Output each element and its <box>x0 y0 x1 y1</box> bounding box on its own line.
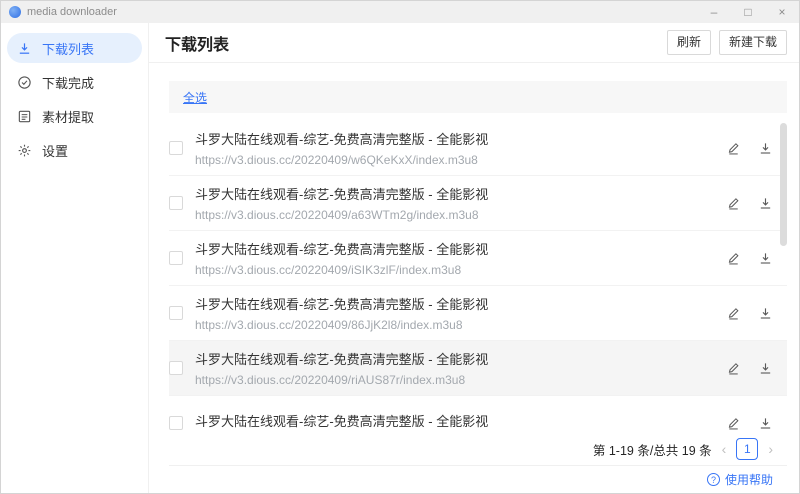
edit-icon[interactable] <box>725 305 741 321</box>
titlebar: media downloader – □ × <box>1 1 799 23</box>
download-item-icon[interactable] <box>757 250 773 266</box>
download-item-icon[interactable] <box>757 195 773 211</box>
scrollbar-track[interactable] <box>780 121 787 433</box>
pagination: 第 1-19 条/总共 19 条 ‹ 1 › <box>169 433 787 465</box>
main-header: 下载列表 刷新 新建下载 <box>149 23 799 63</box>
edit-icon[interactable] <box>725 415 741 431</box>
row-checkbox[interactable] <box>169 141 183 155</box>
download-item-icon[interactable] <box>757 305 773 321</box>
refresh-button[interactable]: 刷新 <box>666 30 711 55</box>
sidebar: 下载列表 下载完成 素材提取 设置 <box>1 23 149 493</box>
edit-icon[interactable] <box>725 140 741 156</box>
next-page-icon[interactable]: › <box>768 442 773 456</box>
page-title: 下载列表 <box>165 36 230 54</box>
row-checkbox[interactable] <box>169 306 183 320</box>
row-actions <box>725 140 773 156</box>
download-item-icon[interactable] <box>757 140 773 156</box>
sidebar-item-settings[interactable]: 设置 <box>7 135 142 165</box>
pagination-summary: 第 1-19 条/总共 19 条 <box>592 443 712 458</box>
row-title: 斗罗大陆在线观看-综艺-免费高清完整版 - 全能影视 <box>195 352 489 367</box>
table-row: 斗罗大陆在线观看-综艺-免费高清完整版 - 全能影视 https://v3.di… <box>169 176 787 231</box>
row-actions <box>725 360 773 376</box>
row-url: https://v3.dious.cc/20220409/86JjK2l8/in… <box>195 318 463 332</box>
edit-icon[interactable] <box>725 195 741 211</box>
help-link[interactable]: 使用帮助 <box>725 471 773 488</box>
row-checkbox[interactable] <box>169 251 183 265</box>
window-controls: – □ × <box>697 1 799 23</box>
close-button[interactable]: × <box>765 1 799 23</box>
page-number-button[interactable]: 1 <box>736 438 759 460</box>
row-text: 斗罗大陆在线观看-综艺-免费高清完整版 - 全能影视 https://v3.di… <box>195 184 488 222</box>
sidebar-item-download-list[interactable]: 下载列表 <box>7 33 142 63</box>
sidebar-item-download-complete[interactable]: 下载完成 <box>7 67 142 97</box>
download-icon <box>17 41 32 56</box>
row-text: 斗罗大陆在线观看-综艺-免费高清完整版 - 全能影视 https://v3.di… <box>195 129 488 167</box>
table-row: 斗罗大陆在线观看-综艺-免费高清完整版 - 全能影视 <box>169 396 787 433</box>
content-area: 全选 斗罗大陆在线观看-综艺-免费高清完整版 - 全能影视 https://v3… <box>149 63 799 493</box>
row-text: 斗罗大陆在线观看-综艺-免费高清完整版 - 全能影视 https://v3.di… <box>195 294 488 332</box>
header-buttons: 刷新 新建下载 <box>666 30 787 55</box>
sidebar-item-label: 下载列表 <box>42 41 95 57</box>
sidebar-item-material-extract[interactable]: 素材提取 <box>7 101 142 131</box>
extract-panel-icon <box>17 109 32 124</box>
gear-icon <box>17 143 32 158</box>
row-url: https://v3.dious.cc/20220409/iSIK3zlF/in… <box>195 263 462 277</box>
row-title: 斗罗大陆在线观看-综艺-免费高清完整版 - 全能影视 <box>195 242 489 257</box>
row-url: https://v3.dious.cc/20220409/w6QKeKxX/in… <box>195 153 478 167</box>
edit-icon[interactable] <box>725 250 741 266</box>
edit-icon[interactable] <box>725 360 741 376</box>
app-body: 下载列表 下载完成 素材提取 设置 下载列表 刷新 新建下载 全选 斗罗大陆在线… <box>1 23 799 493</box>
download-item-icon[interactable] <box>757 415 773 431</box>
row-actions <box>725 415 773 431</box>
table-row: 斗罗大陆在线观看-综艺-免费高清完整版 - 全能影视 https://v3.di… <box>169 286 787 341</box>
select-all-link[interactable]: 全选 <box>183 89 207 106</box>
row-actions <box>725 250 773 266</box>
download-item-icon[interactable] <box>757 360 773 376</box>
table-row: 斗罗大陆在线观看-综艺-免费高清完整版 - 全能影视 https://v3.di… <box>169 231 787 286</box>
table-row: 斗罗大陆在线观看-综艺-免费高清完整版 - 全能影视 https://v3.di… <box>169 121 787 176</box>
row-url: https://v3.dious.cc/20220409/a63WTm2g/in… <box>195 208 479 222</box>
main-panel: 下载列表 刷新 新建下载 全选 斗罗大陆在线观看-综艺-免费高清完整版 - 全能… <box>149 23 799 493</box>
row-title: 斗罗大陆在线观看-综艺-免费高清完整版 - 全能影视 <box>195 187 489 202</box>
scrollbar-thumb[interactable] <box>780 123 787 246</box>
select-all-bar: 全选 <box>169 81 787 113</box>
sidebar-item-label: 素材提取 <box>42 109 95 125</box>
maximize-button[interactable]: □ <box>731 1 765 23</box>
app-logo-icon <box>9 6 21 18</box>
row-actions <box>725 305 773 321</box>
row-url: https://v3.dious.cc/20220409/riAUS87r/in… <box>195 373 466 387</box>
sidebar-item-label: 设置 <box>42 143 69 159</box>
minimize-button[interactable]: – <box>697 1 731 23</box>
question-circle-icon: ? <box>706 473 720 486</box>
table-row: 斗罗大陆在线观看-综艺-免费高清完整版 - 全能影视 https://v3.di… <box>169 341 787 396</box>
row-checkbox[interactable] <box>169 361 183 375</box>
sidebar-item-label: 下载完成 <box>42 75 95 91</box>
row-title: 斗罗大陆在线观看-综艺-免费高清完整版 - 全能影视 <box>195 414 489 429</box>
row-actions <box>725 195 773 211</box>
check-circle-icon <box>17 75 32 90</box>
row-title: 斗罗大陆在线观看-综艺-免费高清完整版 - 全能影视 <box>195 297 489 312</box>
row-checkbox[interactable] <box>169 416 183 430</box>
footer: ? 使用帮助 <box>169 465 787 493</box>
new-download-button[interactable]: 新建下载 <box>718 30 787 55</box>
row-text: 斗罗大陆在线观看-综艺-免费高清完整版 - 全能影视 https://v3.di… <box>195 239 488 277</box>
row-checkbox[interactable] <box>169 196 183 210</box>
prev-page-icon[interactable]: ‹ <box>722 442 727 456</box>
row-text: 斗罗大陆在线观看-综艺-免费高清完整版 - 全能影视 <box>195 411 488 433</box>
row-title: 斗罗大陆在线观看-综艺-免费高清完整版 - 全能影视 <box>195 132 489 147</box>
app-title: media downloader <box>27 6 117 18</box>
download-list: 斗罗大陆在线观看-综艺-免费高清完整版 - 全能影视 https://v3.di… <box>169 121 787 433</box>
row-text: 斗罗大陆在线观看-综艺-免费高清完整版 - 全能影视 https://v3.di… <box>195 349 488 387</box>
app-window: media downloader – □ × 下载列表 下载完成 素材提取 设置… <box>0 0 800 494</box>
